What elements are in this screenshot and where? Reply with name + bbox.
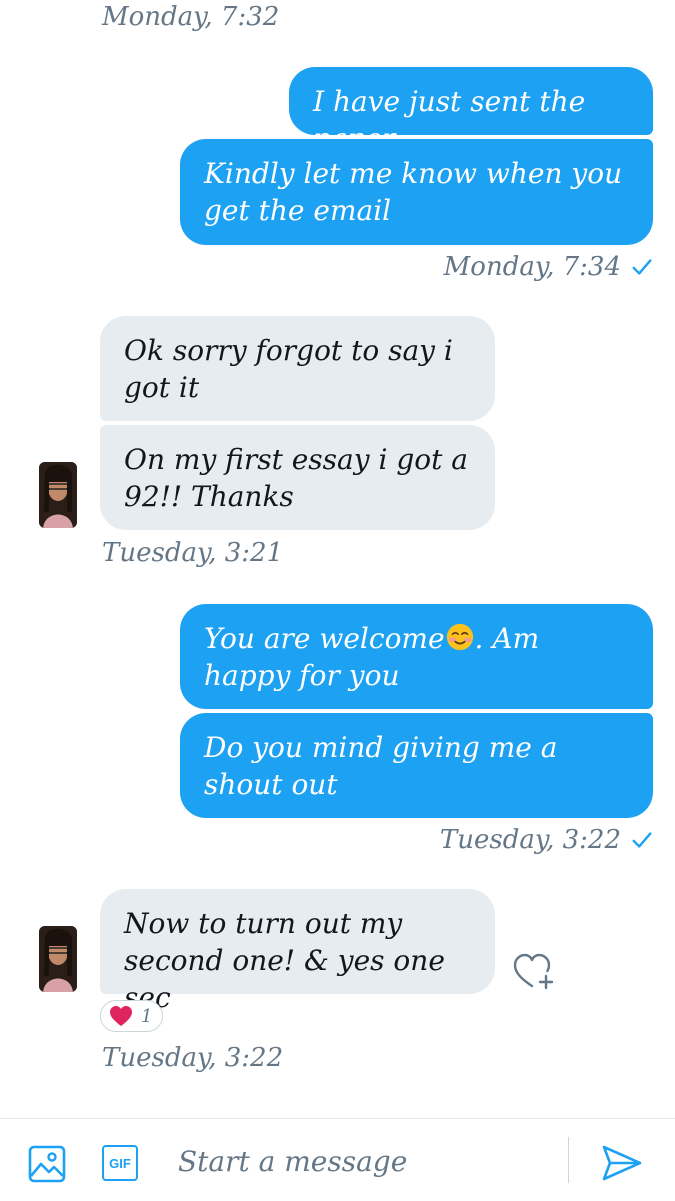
divider: [568, 1137, 569, 1183]
outgoing-message[interactable]: I have just sent the paper: [289, 67, 653, 155]
outgoing-message[interactable]: Do you mind giving me a shout out: [180, 713, 653, 818]
message-text: You are welcome: [204, 622, 445, 655]
avatar[interactable]: [39, 462, 77, 528]
message-text: Kindly let me know when you get the emai…: [204, 157, 623, 227]
gif-icon[interactable]: GIF: [102, 1145, 138, 1181]
message-composer: GIF: [0, 1118, 675, 1201]
message-text: Do you mind giving me a shout out: [204, 731, 558, 801]
reaction-badge[interactable]: 1: [100, 1000, 164, 1032]
add-reaction-icon[interactable]: [512, 952, 556, 992]
message-text: On my first essay i got a 92!! Thanks: [124, 443, 468, 513]
message-text: Now to turn out my second one! & yes one…: [124, 907, 445, 1014]
timestamp: Tuesday, 3:22: [102, 1043, 284, 1073]
message-text: Ok sorry forgot to say i got it: [124, 334, 453, 404]
message-input[interactable]: [178, 1141, 568, 1181]
timestamp: Tuesday, 3:22: [439, 825, 621, 855]
avatar[interactable]: [39, 926, 77, 992]
timestamp-row: Monday, 7:34: [444, 252, 653, 282]
avatar-image: [39, 462, 77, 528]
send-icon[interactable]: [600, 1143, 644, 1183]
timestamp-row: Tuesday, 3:22: [440, 825, 653, 855]
checkmark-icon: [632, 259, 652, 275]
incoming-message[interactable]: On my first essay i got a 92!! Thanks: [100, 425, 495, 530]
heart-icon: [110, 1006, 132, 1026]
timestamp: Monday, 7:32: [102, 2, 280, 32]
gif-label: GIF: [109, 1155, 131, 1171]
avatar-image: [39, 926, 77, 992]
incoming-message[interactable]: Now to turn out my second one! & yes one…: [100, 889, 495, 1014]
image-icon[interactable]: [28, 1145, 66, 1183]
reaction-count: 1: [141, 1005, 153, 1027]
incoming-message[interactable]: Ok sorry forgot to say i got it: [100, 316, 495, 421]
timestamp: Monday, 7:34: [443, 252, 621, 282]
smiling-face-icon: [446, 623, 473, 651]
timestamp: Tuesday, 3:21: [102, 538, 284, 568]
outgoing-message[interactable]: Kindly let me know when you get the emai…: [180, 139, 653, 245]
checkmark-icon: [632, 832, 652, 848]
outgoing-message[interactable]: You are welcome . Am happy for you: [180, 604, 653, 709]
